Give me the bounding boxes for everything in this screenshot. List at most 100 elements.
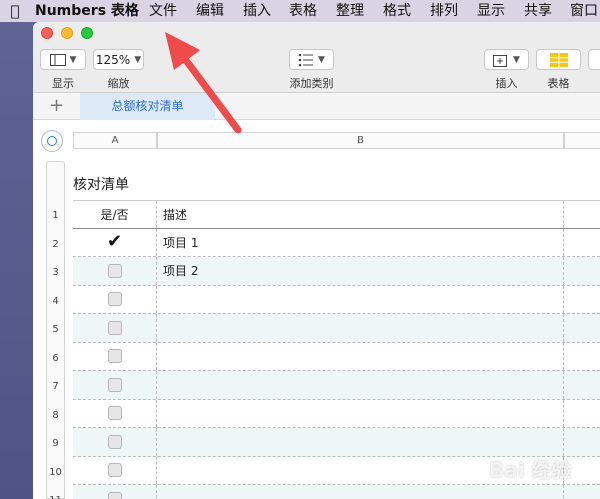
- toolbar: ▼ 显示 125% ▼ 缩放 ▼ 添加类别 ▼ 插入 表格: [33, 22, 600, 93]
- sidebar-icon: [49, 53, 66, 66]
- row-number[interactable]: 1: [46, 210, 65, 221]
- zoom-button[interactable]: 125% ▼: [93, 49, 144, 70]
- menu-bar:  Numbers 表格 文件 编辑 插入 表格 整理 格式 排列 显示 共享 …: [0, 0, 600, 22]
- checkbox-cell[interactable]: [73, 456, 157, 484]
- desktop-background: [0, 22, 33, 499]
- column-header-c[interactable]: [564, 132, 600, 149]
- select-table-button[interactable]: [41, 130, 63, 152]
- table-row: [73, 342, 600, 371]
- checkbox[interactable]: [107, 320, 122, 335]
- table-row: [73, 285, 600, 314]
- menu-arrange[interactable]: 排列: [430, 0, 458, 22]
- column-header-b[interactable]: B: [157, 132, 564, 149]
- checkbox[interactable]: [107, 406, 122, 421]
- table-row: [73, 314, 600, 343]
- checkbox[interactable]: [107, 349, 122, 364]
- description-cell[interactable]: [157, 314, 564, 342]
- checkbox[interactable]: [107, 491, 122, 499]
- table-row: ✔ 项目 1: [73, 228, 600, 257]
- minimize-window-button[interactable]: [61, 27, 73, 39]
- table-label: 表格: [547, 77, 570, 90]
- column-header-a[interactable]: A: [73, 132, 157, 149]
- checkbox-cell[interactable]: [73, 428, 157, 456]
- description-cell[interactable]: [157, 371, 564, 399]
- description-cell[interactable]: [157, 399, 564, 427]
- insert-icon: [493, 54, 508, 67]
- description-cell[interactable]: [157, 485, 564, 499]
- checkbox-cell[interactable]: [73, 399, 157, 427]
- chevron-down-icon: ▼: [134, 54, 142, 65]
- view-label: 显示: [52, 77, 74, 90]
- table-row: [73, 371, 600, 400]
- chevron-down-icon: ▼: [69, 54, 77, 65]
- insert-button[interactable]: ▼: [484, 49, 529, 70]
- menu-window[interactable]: 窗口: [570, 0, 598, 22]
- menu-format[interactable]: 格式: [383, 0, 411, 22]
- menu-organize[interactable]: 整理: [336, 0, 364, 22]
- insert-label: 插入: [495, 77, 518, 90]
- header-cell-description[interactable]: 描述: [157, 201, 564, 228]
- menu-file[interactable]: 文件: [149, 0, 177, 22]
- checkbox[interactable]: [107, 263, 122, 278]
- checkbox[interactable]: [107, 463, 122, 478]
- menu-share[interactable]: 共享: [524, 0, 552, 22]
- table-row: 项目 2: [73, 257, 600, 286]
- menu-insert[interactable]: 插入: [243, 0, 271, 22]
- row-number[interactable]: 7: [46, 381, 65, 392]
- chevron-down-icon: ▼: [318, 54, 325, 65]
- row-number[interactable]: 10: [46, 467, 65, 478]
- checkbox-cell[interactable]: [73, 485, 157, 499]
- add-category-label: 添加类别: [289, 77, 334, 90]
- description-cell[interactable]: [157, 285, 564, 313]
- menu-view[interactable]: 显示: [477, 0, 505, 22]
- view-button[interactable]: ▼: [40, 49, 86, 70]
- add-sheet-button[interactable]: +: [49, 95, 64, 116]
- list-icon: [298, 53, 314, 66]
- description-cell[interactable]: 项目 1: [157, 228, 564, 256]
- menu-edit[interactable]: 编辑: [196, 0, 224, 22]
- numbers-window: ▼ 显示 125% ▼ 缩放 ▼ 添加类别 ▼ 插入 表格 + 总额核对清单 A…: [33, 22, 600, 499]
- checkbox-cell[interactable]: [73, 371, 157, 399]
- column-header-area: A B: [33, 120, 600, 156]
- apple-icon[interactable]: : [0, 2, 30, 20]
- table-icon: [549, 52, 568, 67]
- checkbox-cell[interactable]: [73, 314, 157, 342]
- add-category-button[interactable]: ▼: [289, 49, 334, 70]
- description-cell[interactable]: [157, 428, 564, 456]
- menu-table[interactable]: 表格: [289, 0, 317, 22]
- row-number[interactable]: 6: [46, 353, 65, 364]
- checkbox[interactable]: [107, 377, 122, 392]
- chevron-down-icon: ▼: [513, 54, 520, 65]
- row-number[interactable]: 2: [46, 239, 65, 250]
- checkbox-cell[interactable]: [73, 342, 157, 370]
- checkbox[interactable]: [107, 292, 122, 307]
- table-button[interactable]: [536, 49, 581, 70]
- checkmark-icon[interactable]: ✔: [107, 233, 122, 251]
- zoom-label: 缩放: [107, 77, 130, 90]
- sheet-tab-bar: + 总额核对清单: [33, 93, 600, 120]
- table-header-row: 是/否 描述: [73, 200, 600, 229]
- checkbox-cell[interactable]: [73, 285, 157, 313]
- tab-checklist[interactable]: 总额核对清单: [80, 93, 215, 120]
- row-number[interactable]: 3: [46, 267, 65, 278]
- description-cell[interactable]: [157, 342, 564, 370]
- row-number[interactable]: 4: [46, 296, 65, 307]
- table-row: [73, 428, 600, 457]
- description-cell[interactable]: 项目 2: [157, 257, 564, 285]
- row-number[interactable]: 11: [46, 495, 65, 499]
- table-row: [73, 399, 600, 428]
- checkbox[interactable]: [107, 434, 122, 449]
- header-cell-yes-no[interactable]: 是/否: [73, 201, 157, 228]
- row-number[interactable]: 8: [46, 410, 65, 421]
- row-number[interactable]: 5: [46, 324, 65, 335]
- close-window-button[interactable]: [41, 27, 53, 39]
- watermark: Bai 经验: [489, 458, 572, 482]
- table-title[interactable]: 核对清单: [73, 174, 129, 194]
- chart-button[interactable]: [588, 49, 600, 70]
- checkbox-cell[interactable]: ✔: [73, 228, 157, 256]
- zoom-value: 125%: [95, 52, 131, 67]
- row-number[interactable]: 9: [46, 438, 65, 449]
- maximize-window-button[interactable]: [81, 27, 93, 39]
- checkbox-cell[interactable]: [73, 257, 157, 285]
- menu-app-name[interactable]: Numbers 表格: [35, 0, 139, 22]
